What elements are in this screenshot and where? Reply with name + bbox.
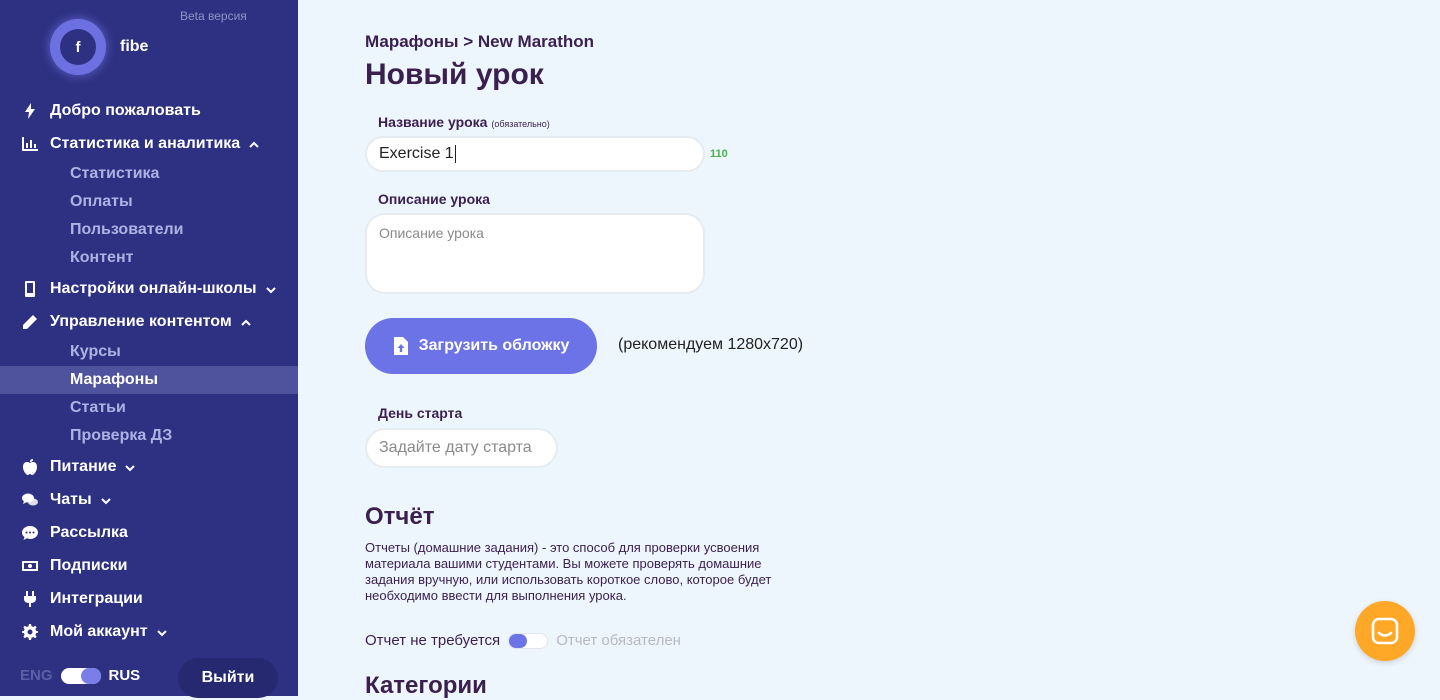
lang-eng-label[interactable]: ENG xyxy=(20,667,53,684)
nav-school-settings[interactable]: Настройки онлайн-школы xyxy=(20,277,277,301)
sidebar-item-payments[interactable]: Оплаты xyxy=(0,188,298,216)
nav-nutrition-label: Питание xyxy=(50,458,117,475)
username: fibe xyxy=(120,38,149,55)
lesson-name-input[interactable]: Exercise 1 xyxy=(365,136,705,172)
nav-account-label: Мой аккаунт xyxy=(50,623,148,640)
report-toggle[interactable] xyxy=(508,632,549,649)
sidebar-item-articles[interactable]: Статьи xyxy=(0,394,298,422)
nav-welcome[interactable]: Добро пожаловать xyxy=(20,99,201,123)
lesson-name-value: Exercise 1 xyxy=(379,145,454,162)
start-date-input[interactable]: Задайте дату старта xyxy=(365,428,558,468)
char-counter: 110 xyxy=(710,148,728,160)
sidebar: Beta версия f fibe Добро пожаловать Стат… xyxy=(0,0,298,698)
lesson-description-label: Описание урока xyxy=(378,191,490,207)
avatar[interactable]: f xyxy=(50,19,106,75)
nav-chats[interactable]: Чаты xyxy=(20,488,112,512)
lesson-description-placeholder: Описание урока xyxy=(379,225,484,241)
logout-button[interactable]: Выйти xyxy=(178,658,278,698)
phone-icon xyxy=(20,279,40,299)
sidebar-item-courses[interactable]: Курсы xyxy=(0,338,298,366)
required-note: (обязательно) xyxy=(491,119,550,129)
nav-school-settings-label: Настройки онлайн-школы xyxy=(50,280,257,297)
nav-content-management[interactable]: Управление контентом xyxy=(20,310,252,334)
report-required-label[interactable]: Отчет обязателен xyxy=(556,632,681,649)
nav-content-management-label: Управление контентом xyxy=(50,313,232,330)
toggle-knob xyxy=(80,667,101,684)
language-switcher: ENG RUS xyxy=(20,667,140,684)
avatar-letter: f xyxy=(60,29,96,65)
plug-icon xyxy=(20,589,40,609)
chevron-down-icon xyxy=(156,626,168,638)
sidebar-item-marathons[interactable]: Марафоны xyxy=(0,366,298,394)
toggle-knob xyxy=(509,633,528,648)
nav-mailing-label: Рассылка xyxy=(50,524,128,541)
nav-integrations-label: Интеграции xyxy=(50,590,143,607)
language-toggle[interactable] xyxy=(60,667,101,684)
nav-stats-label: Статистика и аналитика xyxy=(50,135,241,152)
nav-nutrition[interactable]: Питание xyxy=(20,455,136,479)
chevron-up-icon xyxy=(248,138,260,150)
bar-chart-icon xyxy=(20,134,40,154)
beta-label: Beta версия xyxy=(180,9,247,23)
file-upload-icon xyxy=(393,337,408,355)
lesson-name-label-text: Название урока xyxy=(378,114,488,130)
pencil-icon xyxy=(20,312,40,332)
chevron-down-icon xyxy=(100,494,112,506)
chevron-down-icon xyxy=(124,461,136,473)
nav-integrations[interactable]: Интеграции xyxy=(20,587,143,611)
upload-hint: (рекомендуем 1280x720) xyxy=(618,336,804,353)
breadcrumb[interactable]: Марафоны > New Marathon xyxy=(365,32,594,52)
nav-chats-label: Чаты xyxy=(50,491,92,508)
support-chat-button[interactable] xyxy=(1355,601,1415,661)
nav-mailing[interactable]: Рассылка xyxy=(20,521,128,545)
lesson-name-label: Название урока (обязательно) xyxy=(378,114,550,130)
nav-subscriptions[interactable]: Подписки xyxy=(20,554,127,578)
lesson-description-textarea[interactable]: Описание урока xyxy=(365,213,705,294)
apple-icon xyxy=(20,457,40,477)
upload-cover-label: Загрузить обложку xyxy=(418,337,570,354)
chevron-down-icon xyxy=(265,283,277,295)
chat-icon xyxy=(1371,617,1399,645)
text-caret xyxy=(454,145,456,163)
report-switch: Отчет не требуется Отчет обязателен xyxy=(365,632,681,649)
comment-dots-icon xyxy=(20,523,40,543)
nav-stats[interactable]: Статистика и аналитика xyxy=(20,132,260,156)
nav-subscriptions-label: Подписки xyxy=(50,557,128,574)
lightning-icon xyxy=(20,101,40,121)
start-date-placeholder: Задайте дату старта xyxy=(379,439,532,456)
page-title: Новый урок xyxy=(365,58,544,91)
sidebar-item-content[interactable]: Контент xyxy=(0,244,298,272)
nav-account[interactable]: Мой аккаунт xyxy=(20,620,168,644)
upload-cover-button[interactable]: Загрузить обложку xyxy=(365,318,597,374)
sidebar-item-statistics[interactable]: Статистика xyxy=(0,160,298,188)
sidebar-item-users[interactable]: Пользователи xyxy=(0,216,298,244)
report-description: Отчеты (домашние задания) - это способ д… xyxy=(365,540,772,603)
report-not-required-label[interactable]: Отчет не требуется xyxy=(365,632,500,649)
money-bill-icon xyxy=(20,556,40,576)
gear-icon xyxy=(20,622,40,642)
chat-bubbles-icon xyxy=(20,490,40,510)
lang-rus-label[interactable]: RUS xyxy=(109,667,141,684)
start-day-label: День старта xyxy=(378,405,463,421)
report-section-title: Отчёт xyxy=(365,503,435,530)
chevron-up-icon xyxy=(240,316,252,328)
nav-welcome-label: Добро пожаловать xyxy=(50,102,201,119)
sidebar-item-homework-review[interactable]: Проверка ДЗ xyxy=(0,422,298,450)
